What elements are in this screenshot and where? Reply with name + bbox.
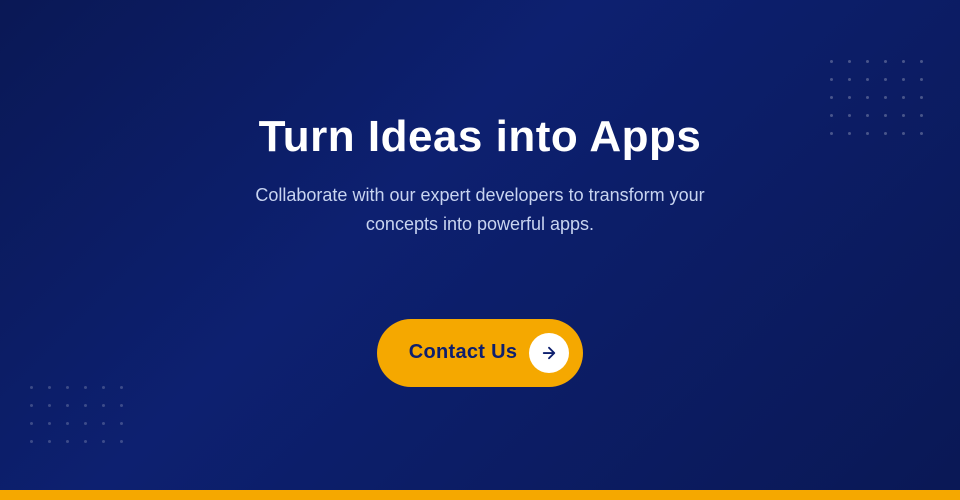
dot xyxy=(66,404,69,407)
dot xyxy=(848,132,851,135)
dot xyxy=(66,440,69,443)
dot xyxy=(902,132,905,135)
dot xyxy=(884,114,887,117)
dot xyxy=(830,114,833,117)
dot xyxy=(866,60,869,63)
dot xyxy=(920,132,923,135)
dot xyxy=(102,386,105,389)
dot xyxy=(48,404,51,407)
dot xyxy=(902,78,905,81)
dot xyxy=(902,60,905,63)
dot xyxy=(48,422,51,425)
dot xyxy=(30,422,33,425)
dot xyxy=(830,78,833,81)
dot xyxy=(866,78,869,81)
dot-grid-top-right xyxy=(830,60,930,142)
dot xyxy=(48,440,51,443)
arrow-right-icon xyxy=(529,333,569,373)
dot xyxy=(102,422,105,425)
dot xyxy=(84,404,87,407)
bottom-accent-bar xyxy=(0,490,960,500)
dot xyxy=(848,114,851,117)
contact-us-label: Contact Us xyxy=(409,341,518,364)
dot xyxy=(120,404,123,407)
dot xyxy=(884,96,887,99)
dot xyxy=(848,60,851,63)
dot xyxy=(30,404,33,407)
dot xyxy=(66,386,69,389)
dot xyxy=(120,422,123,425)
dot-grid-bottom-left xyxy=(30,386,130,450)
dot xyxy=(866,132,869,135)
hero-subtitle: Collaborate with our expert developers t… xyxy=(220,181,740,239)
hero-content: Turn Ideas into Apps Collaborate with ou… xyxy=(180,113,780,387)
dot xyxy=(830,60,833,63)
dot xyxy=(920,60,923,63)
dot xyxy=(884,60,887,63)
dot xyxy=(920,96,923,99)
contact-us-button[interactable]: Contact Us xyxy=(377,319,584,387)
dot xyxy=(866,96,869,99)
dot xyxy=(884,78,887,81)
dot xyxy=(84,386,87,389)
dot xyxy=(102,404,105,407)
dot xyxy=(848,96,851,99)
dot xyxy=(920,114,923,117)
dot xyxy=(66,422,69,425)
dot xyxy=(884,132,887,135)
dot xyxy=(120,386,123,389)
dot xyxy=(30,386,33,389)
dot xyxy=(120,440,123,443)
dot xyxy=(902,96,905,99)
dot xyxy=(848,78,851,81)
dot xyxy=(102,440,105,443)
dot xyxy=(830,132,833,135)
dot xyxy=(830,96,833,99)
dot xyxy=(902,114,905,117)
dot xyxy=(866,114,869,117)
dot xyxy=(30,440,33,443)
dot xyxy=(48,386,51,389)
dot xyxy=(920,78,923,81)
hero-title: Turn Ideas into Apps xyxy=(259,113,702,161)
dot xyxy=(84,422,87,425)
page-wrapper: Turn Ideas into Apps Collaborate with ou… xyxy=(0,0,960,500)
dot xyxy=(84,440,87,443)
